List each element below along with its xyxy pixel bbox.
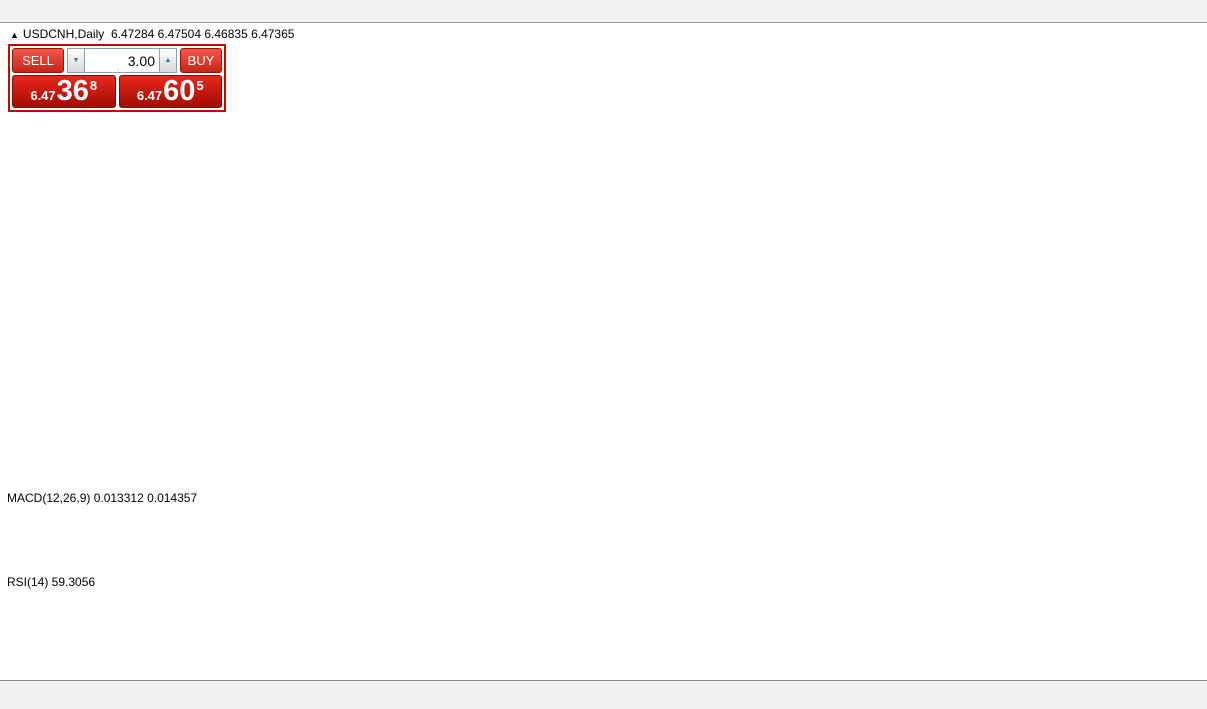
buy-price-digits: 60 — [163, 75, 196, 107]
chart-canvas — [0, 22, 1207, 680]
one-click-trading-panel: SELL ▼ ▲ BUY 6.47 36 8 6.47 60 5 — [8, 44, 226, 112]
volume-increase-button[interactable]: ▲ — [159, 48, 177, 73]
sell-button[interactable]: SELL — [12, 48, 64, 73]
sell-price-display[interactable]: 6.47 36 8 — [12, 75, 116, 108]
timeframe-toolbar — [0, 0, 1207, 23]
chart-header: ▲ USDCNH,Daily 6.47284 6.47504 6.46835 6.… — [10, 27, 294, 41]
rsi-indicator-label: RSI(14) 59.3056 — [7, 575, 96, 589]
buy-price-pipette: 5 — [196, 78, 204, 93]
symbol-tab-bar — [0, 680, 1207, 709]
chart-symbol-label: USDCNH,Daily — [22, 27, 105, 41]
sell-price-prefix: 6.47 — [30, 88, 56, 103]
sell-price-digits: 36 — [56, 75, 89, 107]
collapse-icon[interactable]: ▲ — [10, 30, 19, 40]
sell-price-pipette: 8 — [89, 78, 98, 93]
buy-price-display[interactable]: 6.47 60 5 — [118, 75, 222, 108]
trading-terminal-window: ▲ USDCNH,Daily 6.47284 6.47504 6.46835 6.… — [0, 0, 1207, 709]
volume-decrease-button[interactable]: ▼ — [67, 48, 85, 73]
buy-price-prefix: 6.47 — [136, 88, 163, 103]
volume-input[interactable] — [85, 48, 159, 73]
buy-button[interactable]: BUY — [180, 48, 222, 73]
macd-indicator-label: MACD(12,26,9) 0.013312 0.014357 — [7, 491, 198, 505]
chart-ohlc-values: 6.47284 6.47504 6.46835 6.47365 — [110, 27, 295, 41]
chart-stage — [0, 22, 1207, 680]
